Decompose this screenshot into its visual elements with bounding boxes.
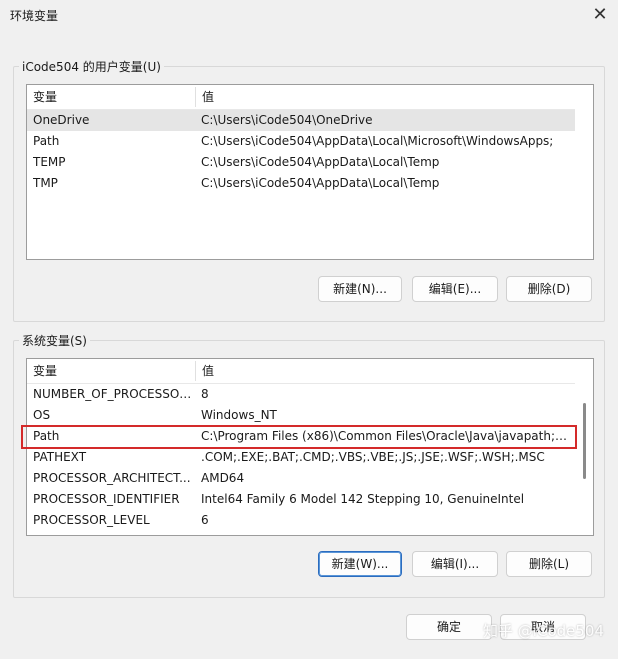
close-icon[interactable]: ✕ [588, 3, 612, 27]
variable-name: Path [33, 429, 60, 443]
system-variable-row[interactable]: PROCESSOR_LEVEL 6 [27, 510, 575, 531]
column-header-value[interactable]: 值 [202, 359, 214, 383]
user-delete-button[interactable]: 删除(D) [506, 276, 592, 302]
variable-name: PROCESSOR_IDENTIFIER [33, 492, 180, 506]
title-bar: 环境变量 ✕ [0, 0, 618, 30]
variable-name: OS [33, 408, 51, 422]
variable-value: Windows_NT [201, 408, 277, 422]
system-variable-row[interactable]: PROCESSOR_IDENTIFIER Intel64 Family 6 Mo… [27, 489, 575, 510]
system-variable-row[interactable]: Path C:\Program Files (x86)\Common Files… [27, 426, 575, 447]
system-variables-list[interactable]: 变量 值 NUMBER_OF_PROCESSORS 8 OS Windows_N… [26, 358, 594, 536]
variable-name: TEMP [33, 155, 66, 169]
column-header-name[interactable]: 变量 [33, 85, 57, 109]
scrollbar-thumb[interactable] [583, 403, 586, 479]
system-variables-scrollbar[interactable] [577, 359, 593, 535]
user-new-button[interactable]: 新建(N)... [318, 276, 402, 302]
column-separator[interactable] [195, 361, 196, 381]
variable-value: Intel64 Family 6 Model 142 Stepping 10, … [201, 492, 525, 506]
variable-name: PATHEXT [33, 450, 87, 464]
user-variable-row[interactable]: TEMP C:\Users\iCode504\AppData\Local\Tem… [27, 152, 575, 173]
column-header-name[interactable]: 变量 [33, 359, 57, 383]
user-variable-row[interactable]: Path C:\Users\iCode504\AppData\Local\Mic… [27, 131, 575, 152]
variable-value: 6 [201, 513, 209, 527]
variable-value: C:\Users\iCode504\AppData\Local\Temp [201, 155, 440, 169]
user-edit-button[interactable]: 编辑(E)... [412, 276, 498, 302]
variable-name: Path [33, 134, 60, 148]
system-variables-label: 系统变量(S) [19, 332, 90, 349]
cancel-button[interactable]: 取消 [500, 614, 586, 640]
user-variable-row[interactable]: TMP C:\Users\iCode504\AppData\Local\Temp [27, 173, 575, 194]
user-variable-row[interactable]: OneDrive C:\Users\iCode504\OneDrive [27, 110, 575, 131]
variable-value: 8 [201, 387, 209, 401]
column-separator[interactable] [195, 87, 196, 107]
window-title: 环境变量 [10, 9, 59, 23]
variable-name: PROCESSOR_LEVEL [33, 513, 150, 527]
variable-value: C:\Users\iCode504\AppData\Local\Microsof… [201, 134, 554, 148]
user-variables-scrollbar[interactable] [577, 85, 593, 259]
variable-value: AMD64 [201, 471, 245, 485]
system-variables-header: 变量 值 [27, 359, 575, 384]
system-variable-row[interactable]: NUMBER_OF_PROCESSORS 8 [27, 384, 575, 405]
variable-name: TMP [33, 176, 58, 190]
variable-value: .COM;.EXE;.BAT;.CMD;.VBS;.VBE;.JS;.JSE;.… [201, 450, 545, 464]
variable-name: OneDrive [33, 113, 90, 127]
user-variables-label: iCode504 的用户变量(U) [19, 58, 164, 75]
variable-value: C:\Users\iCode504\OneDrive [201, 113, 373, 127]
system-new-button[interactable]: 新建(W)... [318, 551, 402, 577]
user-variables-header: 变量 值 [27, 85, 575, 110]
column-header-value[interactable]: 值 [202, 85, 214, 109]
system-edit-button[interactable]: 编辑(I)... [412, 551, 498, 577]
variable-value: C:\Program Files (x86)\Common Files\Orac… [201, 429, 573, 443]
variable-name: PROCESSOR_ARCHITECT... [33, 471, 191, 485]
variable-value: C:\Users\iCode504\AppData\Local\Temp [201, 176, 440, 190]
ok-button[interactable]: 确定 [406, 614, 492, 640]
user-variables-list[interactable]: 变量 值 OneDrive C:\Users\iCode504\OneDrive… [26, 84, 594, 260]
system-delete-button[interactable]: 删除(L) [506, 551, 592, 577]
variable-name: NUMBER_OF_PROCESSORS [33, 387, 195, 401]
system-variable-row[interactable]: PROCESSOR_ARCHITECT... AMD64 [27, 468, 575, 489]
system-variable-row[interactable]: PATHEXT .COM;.EXE;.BAT;.CMD;.VBS;.VBE;.J… [27, 447, 575, 468]
system-variable-row[interactable]: OS Windows_NT [27, 405, 575, 426]
